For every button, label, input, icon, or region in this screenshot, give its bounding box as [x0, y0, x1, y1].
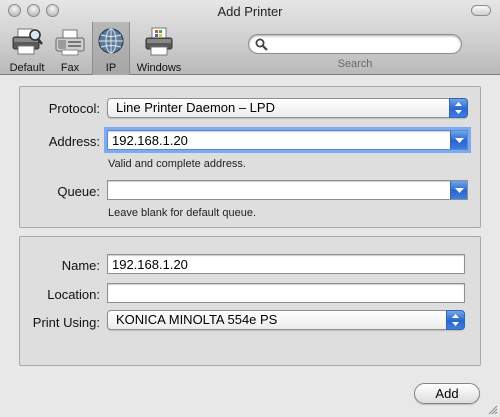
location-input[interactable]	[112, 285, 460, 301]
printer-magnifier-icon	[11, 26, 43, 58]
toolbar-default-button[interactable]: Default	[6, 24, 48, 74]
toolbar-fax-label: Fax	[60, 62, 80, 74]
location-label: Location:	[47, 287, 100, 302]
print-using-label: Print Using:	[32, 315, 100, 330]
address-hint: Valid and complete address.	[108, 158, 246, 170]
toolbar-default-label: Default	[9, 62, 45, 74]
toolbar-search: Search	[248, 34, 462, 70]
search-field[interactable]	[248, 34, 462, 54]
toolbar-ip-button[interactable]: IP	[92, 22, 130, 75]
location-field[interactable]	[107, 283, 465, 303]
protocol-label: Protocol:	[48, 101, 100, 116]
queue-label: Queue:	[57, 184, 100, 199]
toolbar-fax-button[interactable]: Fax	[52, 24, 88, 74]
name-input[interactable]	[112, 256, 460, 272]
resize-grip-icon[interactable]	[486, 403, 498, 415]
printer-details-group: Name: Location: Print Using: KONICA MINO…	[19, 236, 481, 366]
protocol-popup[interactable]: Line Printer Daemon – LPD	[107, 98, 468, 118]
queue-input[interactable]	[112, 182, 443, 198]
search-label: Search	[337, 58, 373, 70]
chevron-down-icon[interactable]	[450, 181, 467, 199]
name-field[interactable]	[107, 254, 465, 274]
windows-printer-icon	[143, 26, 175, 58]
connection-group: Protocol: Line Printer Daemon – LPD Addr…	[19, 86, 481, 228]
toolbar-windows-button[interactable]: Windows	[134, 24, 184, 74]
window-toolbar: Add Printer Default Fax IP Windows Searc…	[0, 0, 500, 75]
print-using-popup[interactable]: KONICA MINOLTA 554e PS	[107, 310, 465, 330]
name-label: Name:	[61, 258, 100, 273]
toolbar-windows-label: Windows	[136, 62, 182, 74]
protocol-value: Line Printer Daemon – LPD	[116, 100, 275, 115]
search-icon	[255, 38, 268, 51]
print-using-value: KONICA MINOLTA 554e PS	[116, 312, 278, 327]
popup-arrows-icon	[446, 310, 465, 330]
popup-arrows-icon	[449, 98, 468, 118]
fax-icon	[54, 26, 86, 58]
window-title: Add Printer	[217, 4, 283, 19]
address-input[interactable]	[112, 132, 443, 148]
add-button[interactable]: Add	[414, 383, 480, 404]
address-label: Address:	[48, 134, 100, 149]
queue-hint: Leave blank for default queue.	[108, 207, 257, 219]
toolbar-ip-label: IP	[105, 62, 117, 74]
toolbar-toggle-button[interactable]	[471, 5, 491, 16]
globe-icon	[95, 26, 127, 58]
chevron-down-icon[interactable]	[450, 131, 467, 149]
queue-combo[interactable]	[107, 180, 468, 200]
address-combo[interactable]	[107, 130, 468, 150]
search-input[interactable]	[271, 36, 455, 52]
